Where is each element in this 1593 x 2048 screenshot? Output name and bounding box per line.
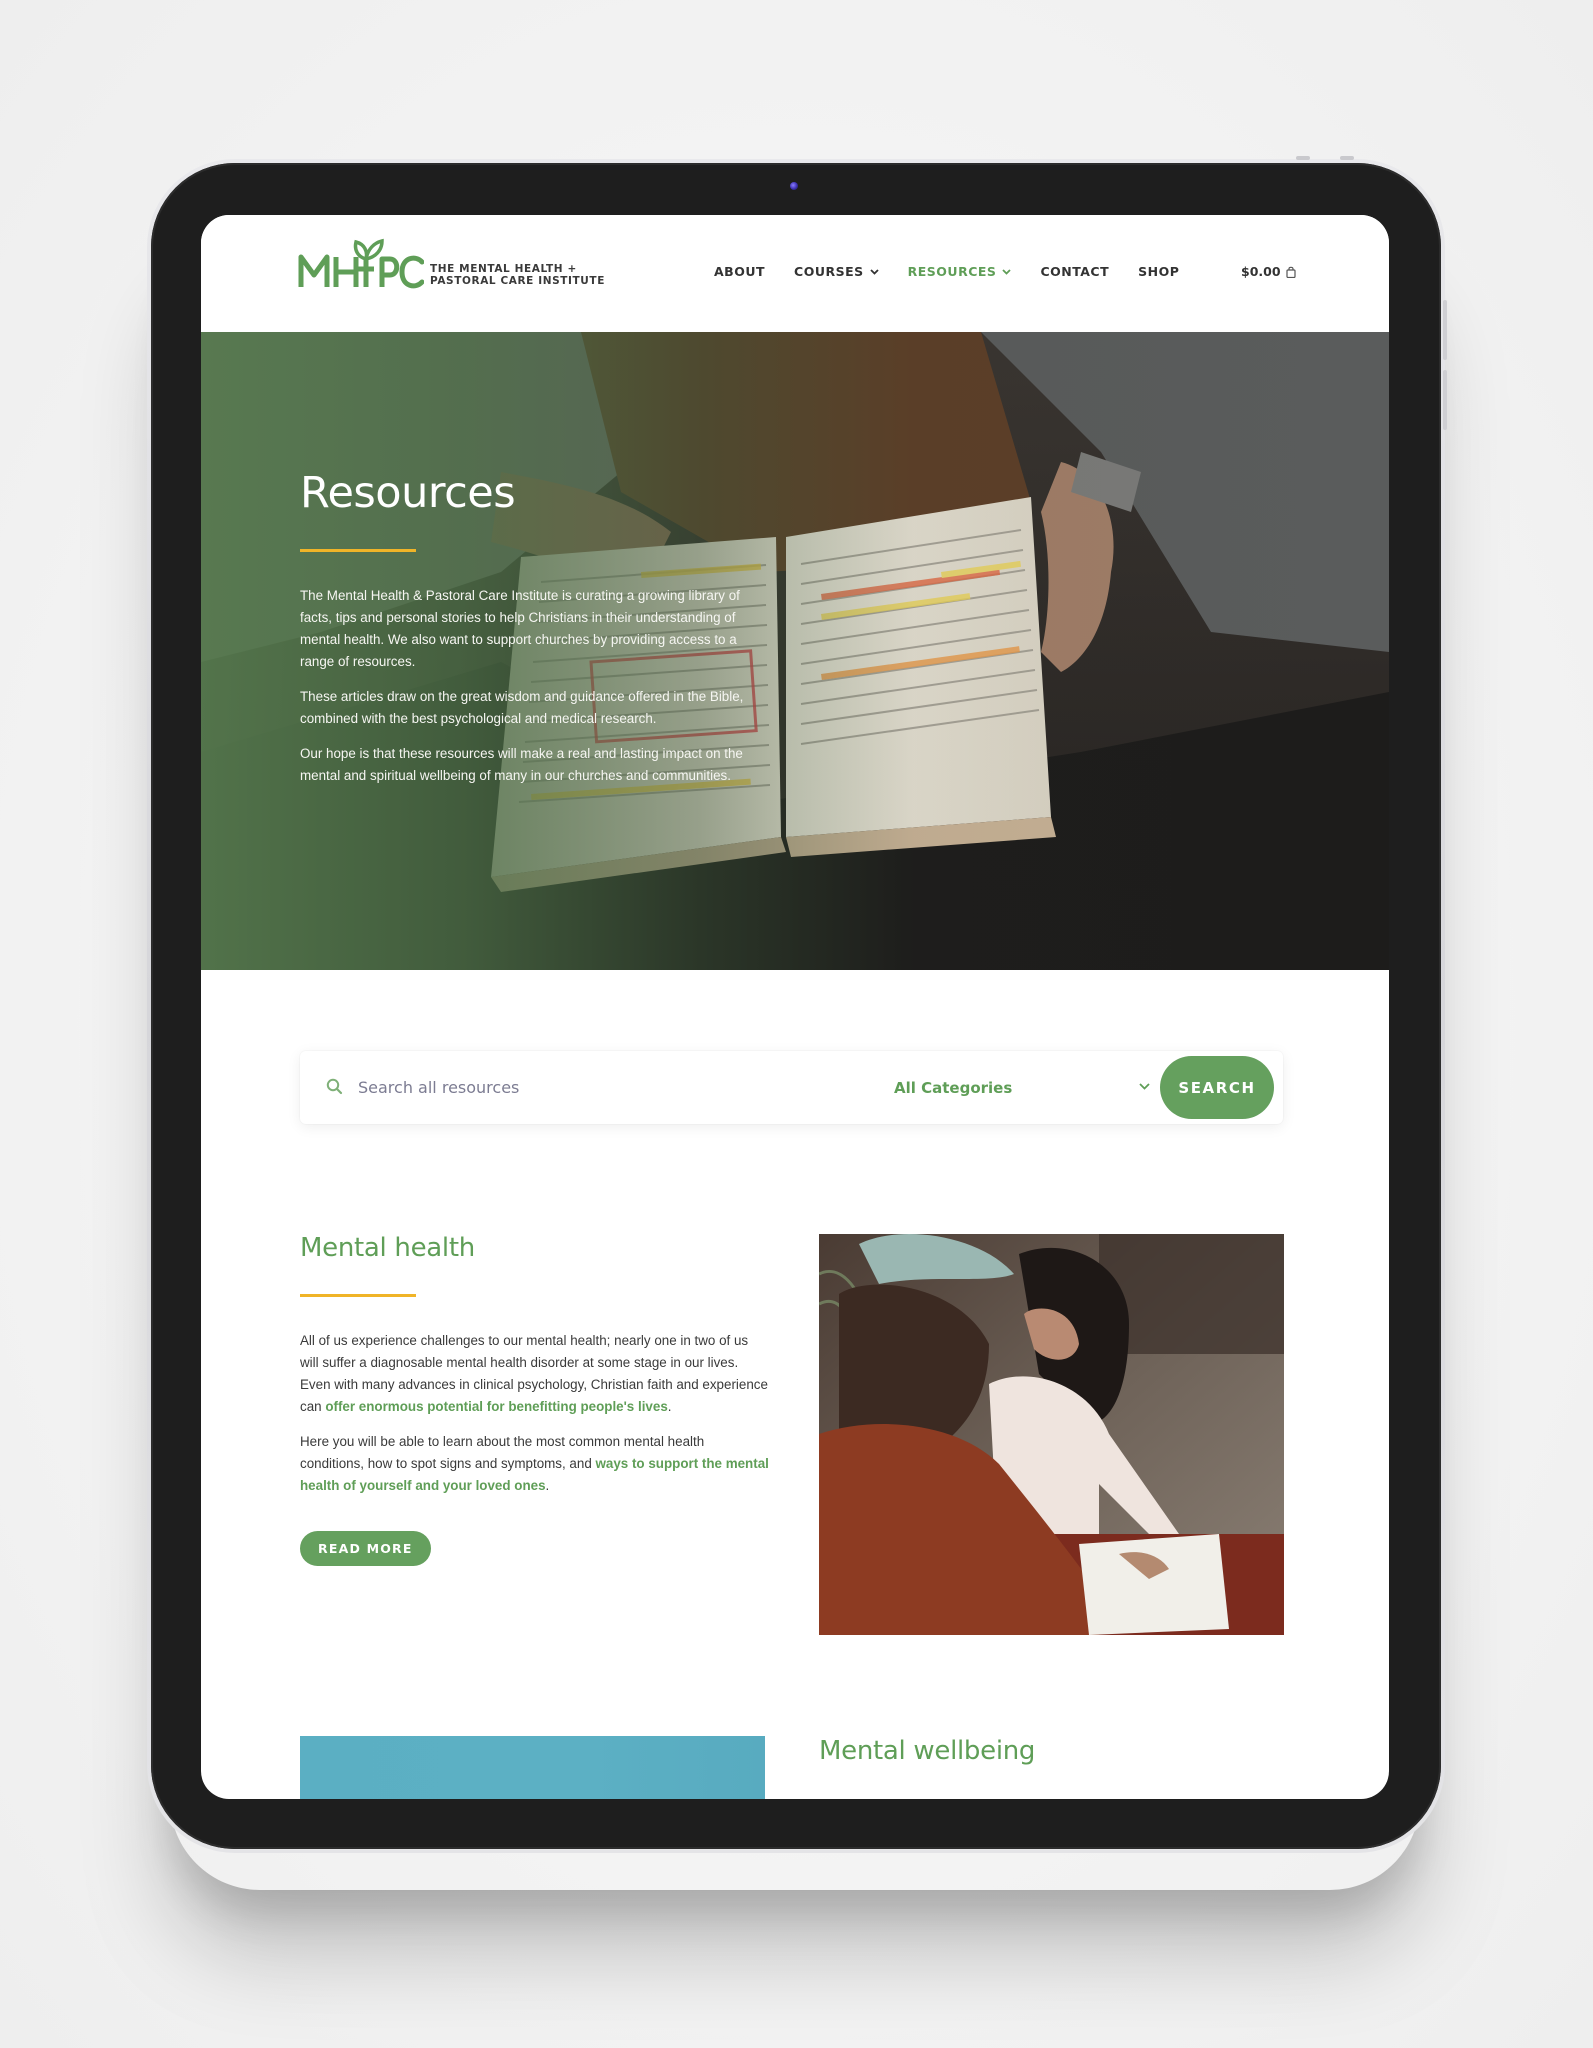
hero-paragraph: Our hope is that these resources will ma… <box>300 746 743 783</box>
paragraph-text: . <box>667 1399 672 1414</box>
page-title: Resources <box>300 468 516 518</box>
nav-label: ABOUT <box>714 264 766 279</box>
chevron-down-icon <box>1002 268 1012 275</box>
search-icon <box>326 1078 343 1095</box>
category-select[interactable]: All Categories <box>894 1073 1150 1103</box>
hero-content: Resources The Mental Health & Pastoral C… <box>300 472 770 787</box>
nav-label: SHOP <box>1138 264 1180 279</box>
chevron-down-icon <box>870 268 879 275</box>
tablet-screen: THE MENTAL HEALTH + PASTORAL CARE INSTIT… <box>201 215 1389 1799</box>
nav-item-about[interactable]: ABOUT <box>714 264 765 279</box>
mental-wellbeing-image <box>300 1736 765 1799</box>
volume-down-button <box>1443 370 1447 430</box>
search-input[interactable] <box>358 1069 838 1106</box>
nav-label: COURSES <box>794 264 864 279</box>
logo-wordmark: THE MENTAL HEALTH + PASTORAL CARE INSTIT… <box>430 263 605 287</box>
site-header: THE MENTAL HEALTH + PASTORAL CARE INSTIT… <box>201 215 1389 332</box>
title-divider <box>300 549 416 552</box>
front-camera <box>790 182 798 190</box>
shopping-bag-icon <box>1285 266 1296 278</box>
volume-up-button <box>1443 300 1447 360</box>
hardware-button <box>1296 156 1310 160</box>
mhpc-logo-icon <box>298 238 424 289</box>
hardware-button <box>1340 156 1354 160</box>
nav-item-resources[interactable]: RESOURCES <box>908 264 1012 279</box>
nav-label: CONTACT <box>1040 264 1110 279</box>
section-title: Mental health <box>300 1233 475 1263</box>
nav-item-shop[interactable]: SHOP <box>1138 264 1179 279</box>
logo-line-2: PASTORAL CARE INSTITUTE <box>430 275 605 287</box>
cart-button[interactable]: $0.00 <box>1241 264 1296 279</box>
hero-intro: The Mental Health & Pastoral Care Instit… <box>300 585 770 787</box>
benefits-link[interactable]: offer enormous potential for benefitting… <box>325 1399 667 1414</box>
women-reading-photo <box>819 1234 1284 1635</box>
nav-item-courses[interactable]: COURSES <box>794 264 879 279</box>
cart-total: $0.00 <box>1241 264 1281 279</box>
section-divider <box>300 1294 416 1297</box>
category-select-value: All Categories <box>894 1079 1013 1097</box>
site-logo[interactable]: THE MENTAL HEALTH + PASTORAL CARE INSTIT… <box>298 235 605 291</box>
main-navigation: ABOUT COURSES RESOURCES CONTACT SHOP <box>714 264 1208 279</box>
section-paragraph: Here you will be able to learn about the… <box>300 1431 770 1497</box>
hero-paragraph: These articles draw on the great wisdom … <box>300 689 744 726</box>
logo-mark <box>298 235 424 291</box>
section-paragraph: All of us experience challenges to our m… <box>300 1330 770 1418</box>
logo-line-1: THE MENTAL HEALTH + <box>430 263 577 275</box>
nav-label: RESOURCES <box>907 264 997 279</box>
section-body: All of us experience challenges to our m… <box>300 1330 770 1497</box>
hero-paragraph: The Mental Health & Pastoral Care Instit… <box>300 588 740 669</box>
resource-search-bar: All Categories SEARCH <box>300 1051 1283 1124</box>
chevron-down-icon <box>1139 1083 1150 1090</box>
read-more-button[interactable]: READ MORE <box>300 1531 431 1566</box>
paragraph-text: . <box>545 1478 550 1493</box>
section-title: Mental wellbeing <box>819 1736 1036 1766</box>
nav-item-contact[interactable]: CONTACT <box>1040 264 1109 279</box>
hero-banner: Resources The Mental Health & Pastoral C… <box>201 332 1389 970</box>
mental-health-photo <box>819 1234 1284 1635</box>
search-button[interactable]: SEARCH <box>1160 1056 1274 1119</box>
mental-health-section: Mental health All of us experience chall… <box>300 1233 770 1566</box>
